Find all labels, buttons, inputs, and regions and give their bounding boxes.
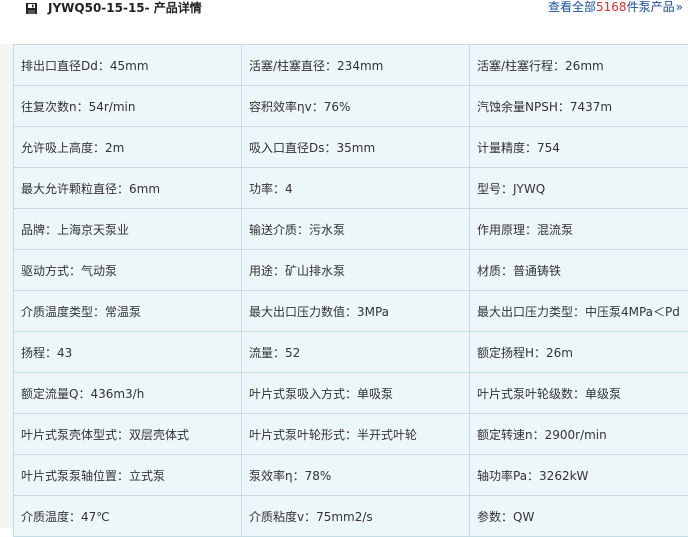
- spec-row: 扬程：43流量：52额定扬程H：26m: [14, 332, 688, 373]
- spec-cell: 作用原理：混流泵: [470, 209, 688, 250]
- spec-cell: 最大出口压力类型：中压泵4MPa＜Pd: [470, 291, 688, 332]
- spec-row: 介质温度：47℃介质粘度v：75mm2/s参数：QW: [14, 496, 688, 537]
- spec-row: 叶片式泵壳体型式：双层壳体式叶片式泵叶轮形式：半开式叶轮额定转速n：2900r/…: [14, 414, 688, 455]
- spec-row: 品牌：上海京天泵业输送介质：污水泵作用原理：混流泵: [14, 209, 688, 250]
- spec-row: 排出口直径Dd：45mm活塞/柱塞直径：234mm活塞/柱塞行程：26mm: [14, 45, 688, 86]
- spec-cell: 材质：普通铸铁: [470, 250, 688, 291]
- spec-cell: 驱动方式：气动泵: [14, 250, 242, 291]
- spec-cell: 叶片式泵吸入方式：单吸泵: [242, 373, 470, 414]
- spec-cell: 叶片式泵泵轴位置：立式泵: [14, 455, 242, 496]
- spec-cell: 介质温度：47℃: [14, 496, 242, 537]
- spec-cell: 输送介质：污水泵: [242, 209, 470, 250]
- spec-cell: 额定扬程H：26m: [470, 332, 688, 373]
- spec-row: 最大允许颗粒直径：6mm功率：4型号：JYWQ: [14, 168, 688, 209]
- spec-cell: 最大出口压力数值：3MPa: [242, 291, 470, 332]
- spec-cell: 参数：QW: [470, 496, 688, 537]
- spec-cell: 叶片式泵叶轮形式：半开式叶轮: [242, 414, 470, 455]
- spec-cell: 品牌：上海京天泵业: [14, 209, 242, 250]
- spec-row: 叶片式泵泵轴位置：立式泵泵效率η：78%轴功率Pa：3262kW: [14, 455, 688, 496]
- spec-cell: 介质温度类型：常温泵: [14, 291, 242, 332]
- spec-table-container: 排出口直径Dd：45mm活塞/柱塞直径：234mm活塞/柱塞行程：26mm往复次…: [13, 44, 688, 537]
- spec-row: 往复次数n：54r/min容积效率ηv：76%汽蚀余量NPSH：7437m: [14, 86, 688, 127]
- product-header: JYWQ50-15-15- 产品详情 查看全部5168件泵产品»: [0, 0, 688, 24]
- spec-cell: 额定流量Q：436m3/h: [14, 373, 242, 414]
- spec-cell: 泵效率η：78%: [242, 455, 470, 496]
- spec-cell: 允许吸上高度：2m: [14, 127, 242, 168]
- spec-cell: 汽蚀余量NPSH：7437m: [470, 86, 688, 127]
- spec-cell: 型号：JYWQ: [470, 168, 688, 209]
- product-count: 5168: [596, 0, 627, 14]
- spec-cell: 活塞/柱塞直径：234mm: [242, 45, 470, 86]
- spec-cell: 介质粘度v：75mm2/s: [242, 496, 470, 537]
- view-all-products-link[interactable]: 查看全部5168件泵产品»: [548, 0, 683, 15]
- spec-cell: 扬程：43: [14, 332, 242, 373]
- spec-cell: 最大允许颗粒直径：6mm: [14, 168, 242, 209]
- spec-cell: 吸入口直径Ds：35mm: [242, 127, 470, 168]
- spec-cell: 额定转速n：2900r/min: [470, 414, 688, 455]
- spec-cell: 流量：52: [242, 332, 470, 373]
- spec-row: 额定流量Q：436m3/h叶片式泵吸入方式：单吸泵叶片式泵叶轮级数：单级泵: [14, 373, 688, 414]
- spec-cell: 活塞/柱塞行程：26mm: [470, 45, 688, 86]
- spec-row: 驱动方式：气动泵用途：矿山排水泵材质：普通铸铁: [14, 250, 688, 291]
- spec-cell: 叶片式泵壳体型式：双层壳体式: [14, 414, 242, 455]
- page-title: JYWQ50-15-15- 产品详情: [48, 1, 202, 16]
- spec-row: 介质温度类型：常温泵最大出口压力数值：3MPa最大出口压力类型：中压泵4MPa＜…: [14, 291, 688, 332]
- link-prefix: 查看全部: [548, 0, 596, 14]
- floppy-disk-icon: [26, 3, 37, 14]
- spec-table: 排出口直径Dd：45mm活塞/柱塞直径：234mm活塞/柱塞行程：26mm往复次…: [13, 44, 688, 537]
- spec-cell: 用途：矿山排水泵: [242, 250, 470, 291]
- spec-cell: 容积效率ηv：76%: [242, 86, 470, 127]
- left-margin-strip: [0, 44, 13, 528]
- spec-cell: 叶片式泵叶轮级数：单级泵: [470, 373, 688, 414]
- spec-row: 允许吸上高度：2m吸入口直径Ds：35mm计量精度：754: [14, 127, 688, 168]
- spec-cell: 功率：4: [242, 168, 470, 209]
- spec-cell: 计量精度：754: [470, 127, 688, 168]
- link-suffix: 件泵产品: [627, 0, 675, 14]
- spec-table-body: 排出口直径Dd：45mm活塞/柱塞直径：234mm活塞/柱塞行程：26mm往复次…: [14, 45, 688, 537]
- spec-cell: 往复次数n：54r/min: [14, 86, 242, 127]
- spec-cell: 轴功率Pa：3262kW: [470, 455, 688, 496]
- double-chevron-right-icon: »: [676, 0, 683, 14]
- spec-cell: 排出口直径Dd：45mm: [14, 45, 242, 86]
